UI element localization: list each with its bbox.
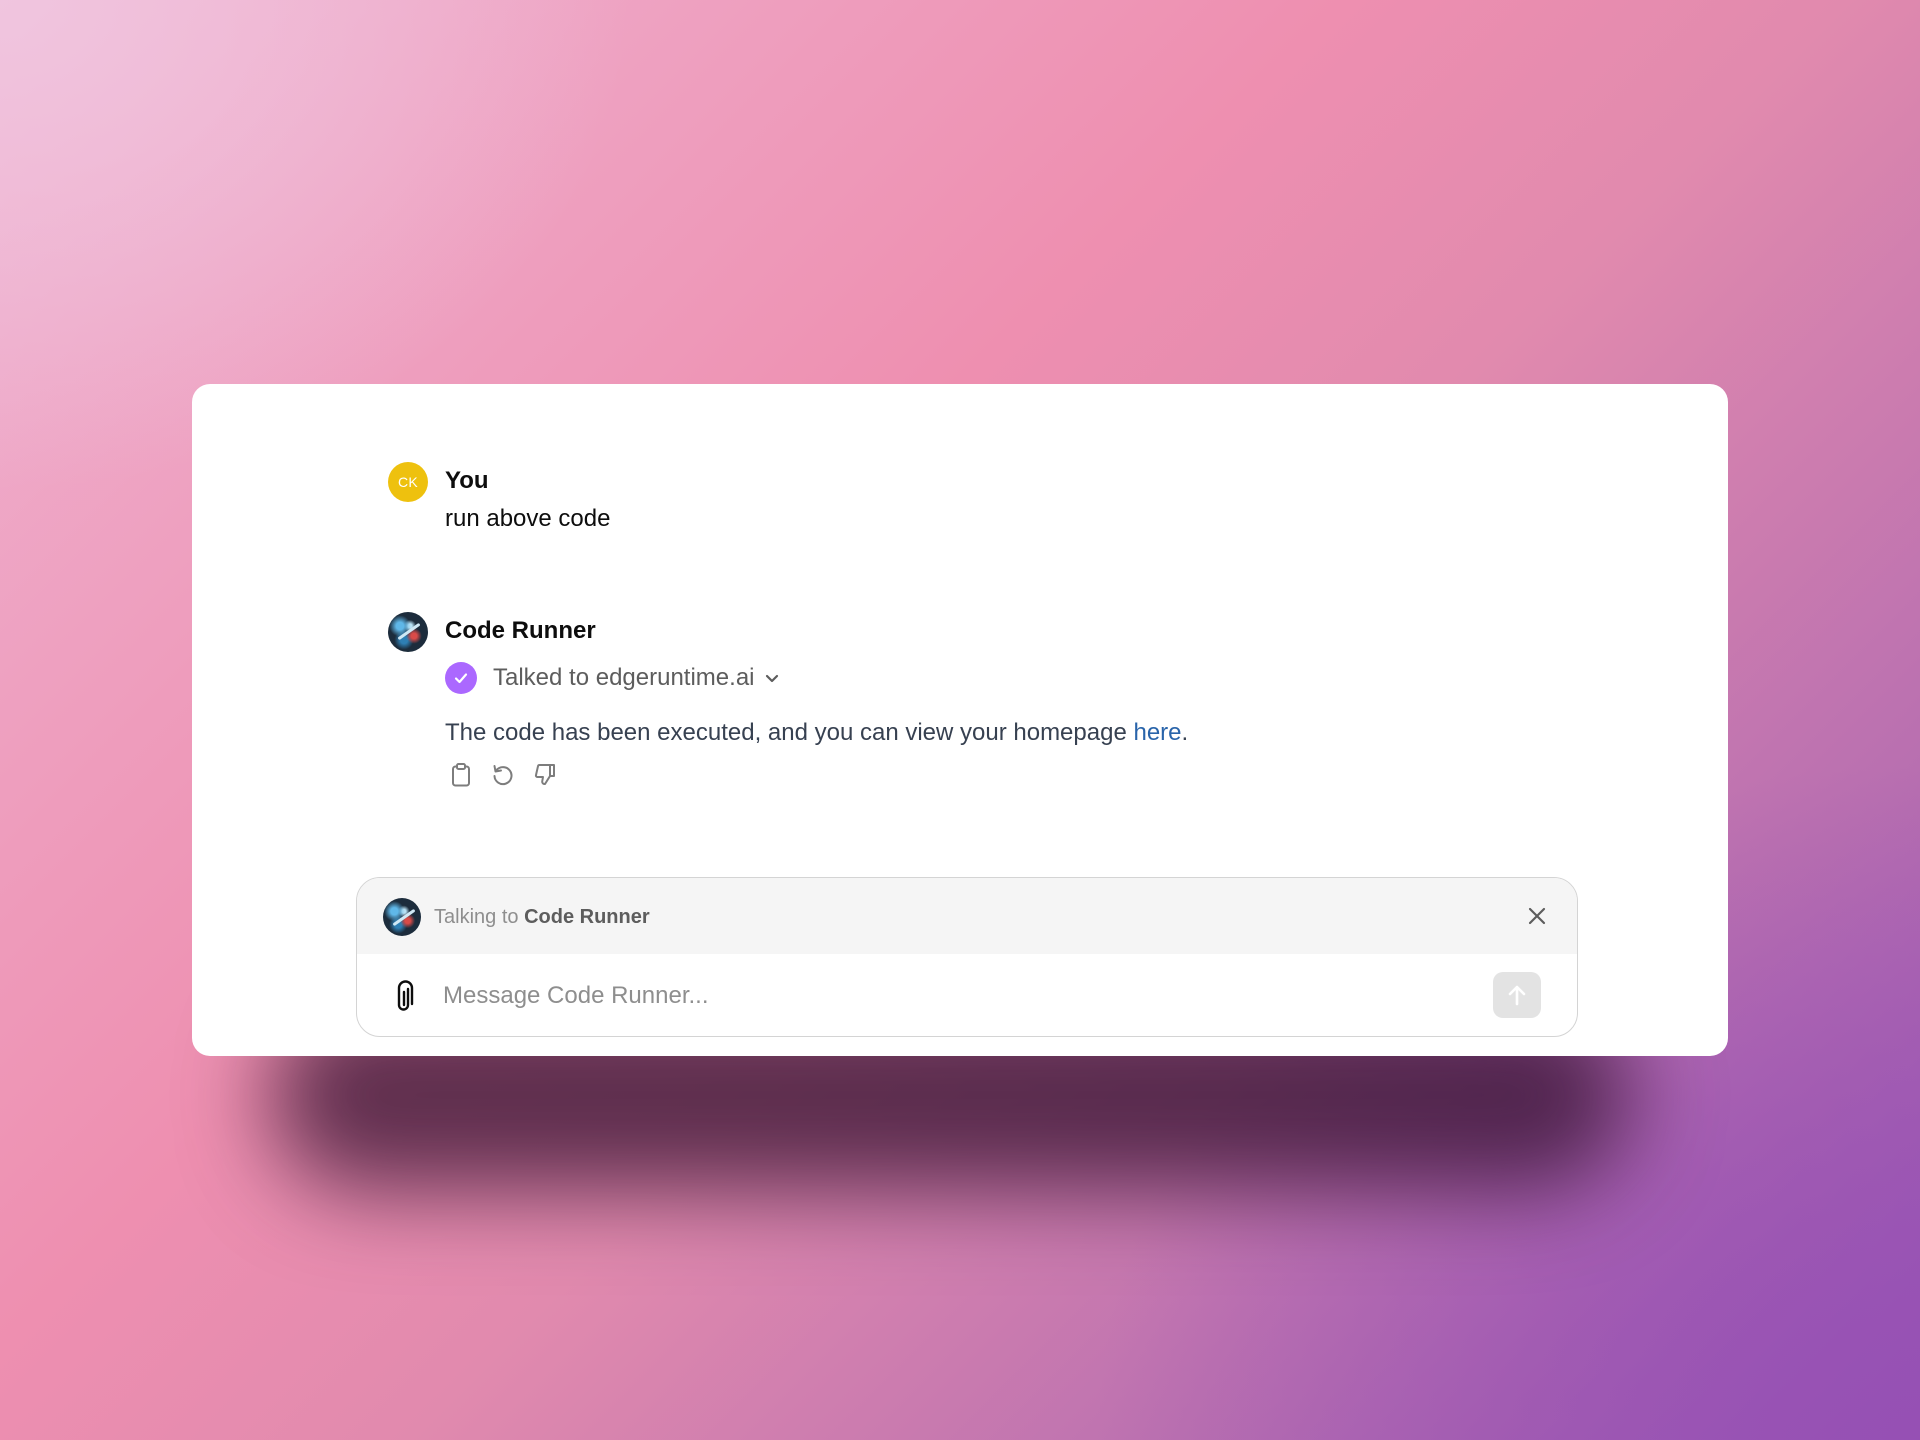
user-message-body: You run above code — [445, 462, 1535, 537]
chat-window: CK You run above code Code Runner Talked… — [192, 384, 1728, 1056]
regenerate-icon[interactable] — [489, 761, 517, 789]
assistant-response-text: The code has been executed, and you can … — [445, 715, 1535, 751]
message-input[interactable] — [443, 974, 1443, 1018]
arrow-up-icon — [1508, 985, 1526, 1006]
copy-icon[interactable] — [447, 761, 475, 789]
assistant-author-name: Code Runner — [445, 617, 596, 644]
user-avatar: CK — [388, 462, 428, 502]
check-icon — [445, 662, 477, 694]
tool-status-toggle[interactable]: Talked to edgeruntime.ai — [445, 661, 1535, 695]
code-runner-avatar-small — [383, 898, 421, 936]
thumbs-down-icon[interactable] — [531, 761, 559, 789]
response-text-before-link: The code has been executed, and you can … — [445, 719, 1134, 746]
message-actions — [447, 761, 1535, 789]
send-button[interactable] — [1493, 972, 1541, 1018]
close-icon[interactable] — [1523, 902, 1551, 930]
chevron-down-icon — [763, 669, 781, 687]
paperclip-icon[interactable] — [387, 978, 421, 1018]
user-author-name: You — [445, 467, 489, 494]
talking-to-prefix: Talking to — [434, 906, 525, 928]
response-text-after-link: . — [1181, 719, 1189, 746]
homepage-link[interactable]: here — [1133, 719, 1181, 746]
message-composer: Talking to Code Runner — [356, 877, 1578, 1037]
tool-status-text: Talked to edgeruntime.ai — [493, 664, 755, 691]
talking-to-label: Talking to Code Runner — [434, 904, 650, 930]
user-message-text: run above code — [445, 505, 611, 532]
composer-header: Talking to Code Runner — [357, 878, 1577, 954]
user-avatar-initials: CK — [397, 474, 419, 490]
code-runner-avatar — [388, 612, 428, 652]
talking-to-target: Code Runner — [524, 906, 650, 928]
assistant-message-body: Code Runner Talked to edgeruntime.ai The… — [445, 612, 1535, 789]
